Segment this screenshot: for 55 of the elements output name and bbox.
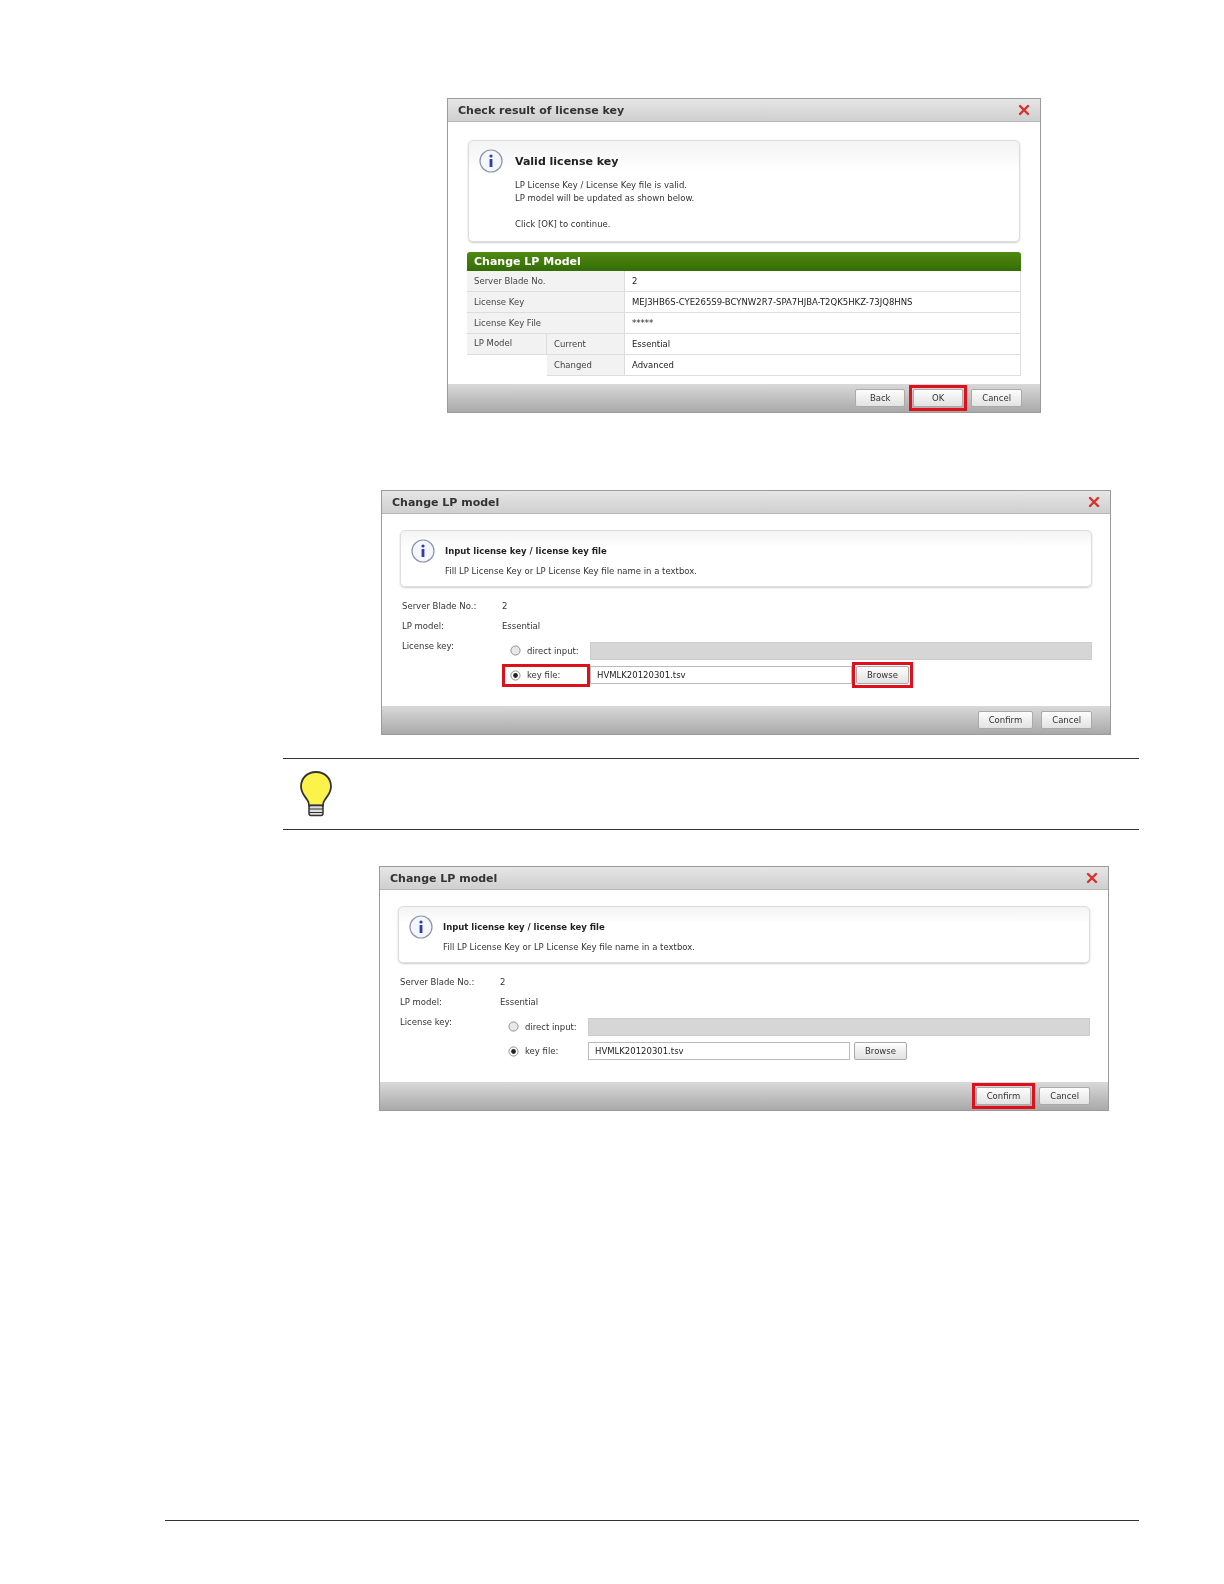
text-field[interactable]: HVMLK20120301.tsv [590,666,852,684]
dialog-button[interactable]: OK [913,389,964,407]
message-text: Click [OK] to continue. [515,218,612,231]
message-heading: Input license key / license key file [445,546,607,556]
close-icon[interactable] [1088,496,1100,508]
text-field[interactable]: HVMLK20120301.tsv [588,1042,850,1060]
message-text: LP License Key / License Key file is valid. [515,179,689,192]
panel-header: Change LP Model [467,252,1021,271]
radio-option[interactable]: key file: [506,667,586,683]
field-label: LP model: [400,996,443,1009]
field-value: Essential [502,620,542,633]
info-icon [409,915,433,939]
radio-icon[interactable] [510,669,521,681]
dialog-button[interactable]: Confirm [975,1087,1032,1105]
dialog-button[interactable]: Cancel [1039,1087,1090,1105]
message-heading: Valid license key [515,154,619,168]
row-label: License Key File [467,313,625,334]
field-label: License key: [400,1016,453,1029]
radio-option[interactable]: key file: [504,1043,584,1059]
field-label: License key: [402,640,455,653]
dialog-title: Change LP model [390,871,498,885]
row-value: 2 [625,271,1021,292]
info-icon [479,149,503,173]
dialog-button[interactable]: Back [855,389,906,407]
field-value: Essential [500,996,540,1009]
message-text: LP model will be updated as shown below. [515,192,696,205]
row-label: LP Model [467,334,547,355]
row-value: Essential [625,334,1021,355]
row-label: Server Blade No. [467,271,625,292]
dialog-button[interactable]: Cancel [971,389,1022,407]
message-heading: Input license key / license key file [443,922,605,932]
browse-button[interactable]: Browse [856,666,909,684]
browse-button[interactable]: Browse [854,1042,907,1060]
close-icon[interactable] [1086,872,1098,884]
row-value: ***** [625,313,1021,334]
row-value: MEJ3HB6S-CYE265S9-BCYNW2R7-SPA7HJBA-T2QK5HKZ-73JQ8HNS [625,292,1021,313]
radio-icon[interactable] [508,1045,519,1057]
field-label: LP model: [402,620,445,633]
message-text: Fill LP License Key or LP License Key file name in a textbox. [445,565,698,578]
row-sublabel: Current [547,334,625,355]
field-label: Server Blade No.: [402,600,478,613]
lightbulb-icon [299,770,333,818]
field-label: Server Blade No.: [400,976,476,989]
message-text: Fill LP License Key or LP License Key file name in a textbox. [443,941,696,954]
field-value: 2 [500,976,507,989]
row-value: Advanced [625,355,1021,376]
dialog-button[interactable]: Cancel [1041,711,1092,729]
field-value: 2 [502,600,509,613]
row-label: License Key [467,292,625,313]
dialog-title: Change LP model [392,495,500,509]
info-icon [411,539,435,563]
row-sublabel: Changed [547,355,625,376]
dialog-title: Check result of license key [458,103,625,117]
close-icon[interactable] [1018,104,1030,116]
dialog-button[interactable]: Confirm [977,711,1034,729]
